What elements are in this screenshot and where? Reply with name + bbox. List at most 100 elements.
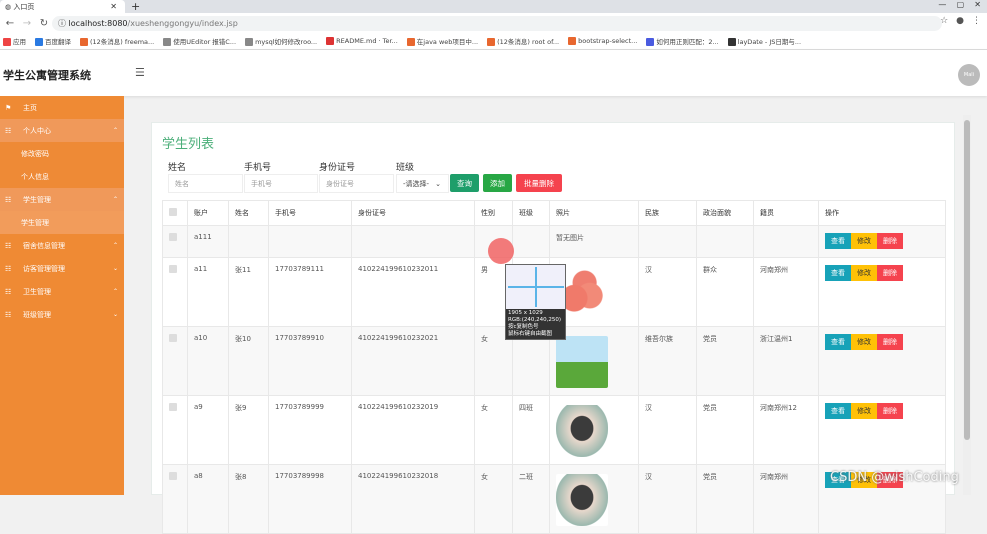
profile-icon[interactable]: ● bbox=[956, 16, 964, 26]
cell-account: a111 bbox=[187, 225, 229, 258]
bookmark-item[interactable]: 如何用正则匹配：2... bbox=[646, 36, 719, 46]
col-name: 姓名 bbox=[228, 200, 269, 226]
sidebar-item-home[interactable]: ⚑ 主页 bbox=[0, 96, 124, 119]
cell-class: 四班 bbox=[512, 395, 550, 465]
chevron-down-icon: ⌄ bbox=[112, 311, 118, 318]
select-all-checkbox[interactable] bbox=[162, 200, 188, 226]
col-political: 政治面貌 bbox=[696, 200, 754, 226]
crosshair-icon bbox=[506, 265, 565, 309]
color-picker-tooltip: 1905 x 1029 RGB:(240,240,250) 按c复制色号 鼠标右键自由… bbox=[505, 264, 566, 340]
table-row: a9 张9 17703789999 410224199610232019 女四班 汉党员河… bbox=[162, 395, 946, 465]
bookmark-item[interactable]: README.md · Ter... bbox=[326, 37, 398, 45]
view-button[interactable]: 查看 bbox=[825, 334, 851, 350]
edit-button[interactable]: 修改 bbox=[851, 233, 877, 249]
sidebar: ⚑ 主页 ☷ 个人中心 ⌃ 修改密码 个人信息 ☷ 学生管理 ⌃ 学生管理 ☷ 宿舍信息管理… bbox=[0, 96, 124, 495]
mouse-cursor-highlight bbox=[488, 238, 514, 264]
idcard-input[interactable]: 身份证号 bbox=[319, 174, 394, 193]
batch-delete-button[interactable]: 批量删除 bbox=[516, 174, 562, 192]
row-checkbox[interactable] bbox=[162, 395, 188, 465]
sidebar-item-dorm-info[interactable]: ☷ 宿舍信息管理 ⌃ bbox=[0, 234, 124, 257]
cell-name: 张11 bbox=[228, 257, 269, 327]
sidebar-item-class[interactable]: ☷ 班级管理 ⌄ bbox=[0, 303, 124, 326]
add-button[interactable]: 添加 bbox=[483, 174, 512, 192]
edit-button[interactable]: 修改 bbox=[851, 265, 877, 281]
view-button[interactable]: 查看 bbox=[825, 403, 851, 419]
bookmark-item[interactable]: 应用 bbox=[3, 36, 26, 46]
hamburger-menu-icon[interactable]: ☰ bbox=[135, 66, 145, 79]
sidebar-item-student-management[interactable]: ☷ 学生管理 ⌃ bbox=[0, 188, 124, 211]
close-tab-icon[interactable]: ✕ bbox=[110, 2, 117, 11]
cell-account: a11 bbox=[187, 257, 229, 327]
star-icon[interactable]: ☆ bbox=[940, 16, 948, 26]
cell-native: 浙江温州1 bbox=[753, 326, 819, 396]
browser-tab[interactable]: ◍ 入口页 ✕ bbox=[0, 0, 125, 13]
cell-native: 河南郑州 bbox=[753, 464, 819, 534]
delete-button[interactable]: 删除 bbox=[877, 265, 903, 281]
sidebar-item-hygiene[interactable]: ☷ 卫生管理 ⌃ bbox=[0, 280, 124, 303]
row-checkbox[interactable] bbox=[162, 464, 188, 534]
cell-idcard: 410224199610232021 bbox=[351, 326, 475, 396]
student-photo bbox=[556, 474, 608, 526]
new-tab-button[interactable]: + bbox=[131, 0, 140, 13]
forward-icon[interactable]: → bbox=[20, 18, 34, 29]
sidebar-subitem-personal-info[interactable]: 个人信息 bbox=[0, 165, 124, 188]
sidebar-subitem-student-management[interactable]: 学生管理 bbox=[0, 211, 124, 234]
sidebar-subitem-change-password[interactable]: 修改密码 bbox=[0, 142, 124, 165]
cell-idcard: 410224199610232019 bbox=[351, 395, 475, 465]
chevron-down-icon: ⌄ bbox=[112, 265, 118, 272]
edit-button[interactable]: 修改 bbox=[851, 334, 877, 350]
url-input[interactable]: ⓘ localhost:8080/xueshenggongyu/index.js… bbox=[52, 16, 942, 31]
bookmark-icon bbox=[35, 38, 43, 46]
cell-idcard: 410224199610232011 bbox=[351, 257, 475, 327]
phone-input[interactable]: 手机号 bbox=[244, 174, 318, 193]
bookmark-item[interactable]: (12条消息) root of... bbox=[487, 36, 559, 46]
sidebar-item-visitor[interactable]: ☷ 访客管理管理 ⌄ bbox=[0, 257, 124, 280]
col-class: 班级 bbox=[512, 200, 550, 226]
name-label: 姓名 bbox=[168, 163, 187, 173]
col-phone: 手机号 bbox=[268, 200, 352, 226]
delete-button[interactable]: 删除 bbox=[877, 233, 903, 249]
grid-icon: ☷ bbox=[5, 195, 12, 204]
delete-button[interactable]: 删除 bbox=[877, 403, 903, 419]
bookmark-item[interactable]: mysql如何修改roo... bbox=[245, 36, 317, 46]
scrollbar[interactable] bbox=[963, 115, 971, 495]
bookmark-item[interactable]: 百度翻译 bbox=[35, 36, 71, 46]
cell-native: 河南郑州12 bbox=[753, 395, 819, 465]
sidebar-item-personal-center[interactable]: ☷ 个人中心 ⌃ bbox=[0, 119, 124, 142]
edit-button[interactable]: 修改 bbox=[851, 403, 877, 419]
phone-label: 手机号 bbox=[244, 163, 272, 173]
class-select[interactable]: -请选择- ⌄ bbox=[396, 174, 449, 193]
cell-actions: 查看 修改 删除 bbox=[818, 326, 946, 396]
col-gender: 性别 bbox=[474, 200, 513, 226]
bookmark-item[interactable]: (12条消息) freema... bbox=[80, 36, 154, 46]
col-actions: 操作 bbox=[818, 200, 946, 226]
menu-icon[interactable]: ⋮ bbox=[972, 16, 981, 26]
bookmark-item[interactable]: bootstrap-select... bbox=[568, 37, 637, 45]
cell-actions: 查看 修改 删除 bbox=[818, 257, 946, 327]
row-checkbox[interactable] bbox=[162, 257, 188, 327]
flag-icon: ⚑ bbox=[5, 103, 12, 112]
delete-button[interactable]: 删除 bbox=[877, 334, 903, 350]
bookmark-item[interactable]: 在java web项目中... bbox=[406, 36, 478, 46]
cell-political: 党员 bbox=[696, 395, 754, 465]
class-label: 班级 bbox=[396, 163, 415, 173]
view-button[interactable]: 查看 bbox=[825, 265, 851, 281]
row-checkbox[interactable] bbox=[162, 225, 188, 258]
cell-class: 二班 bbox=[512, 464, 550, 534]
col-idcard: 身份证号 bbox=[351, 200, 475, 226]
bookmark-item[interactable]: layDate - JS日期与... bbox=[727, 36, 801, 46]
window-controls[interactable]: — ▢ ✕ bbox=[938, 0, 981, 9]
cell-phone: 17703789999 bbox=[268, 395, 352, 465]
name-input[interactable]: 姓名 bbox=[168, 174, 243, 193]
row-checkbox[interactable] bbox=[162, 326, 188, 396]
reload-icon[interactable]: ↻ bbox=[37, 18, 51, 29]
cell-idcard: 410224199610232018 bbox=[351, 464, 475, 534]
search-button[interactable]: 查询 bbox=[450, 174, 479, 192]
bookmark-item[interactable]: 使用UEditor 报错C... bbox=[163, 36, 236, 46]
cell-political bbox=[696, 225, 754, 258]
view-button[interactable]: 查看 bbox=[825, 233, 851, 249]
cell-ethnic: 汉 bbox=[638, 464, 697, 534]
avatar[interactable]: Mali bbox=[958, 64, 980, 86]
page-title: 学生列表 bbox=[162, 137, 215, 152]
back-icon[interactable]: ← bbox=[3, 18, 17, 29]
